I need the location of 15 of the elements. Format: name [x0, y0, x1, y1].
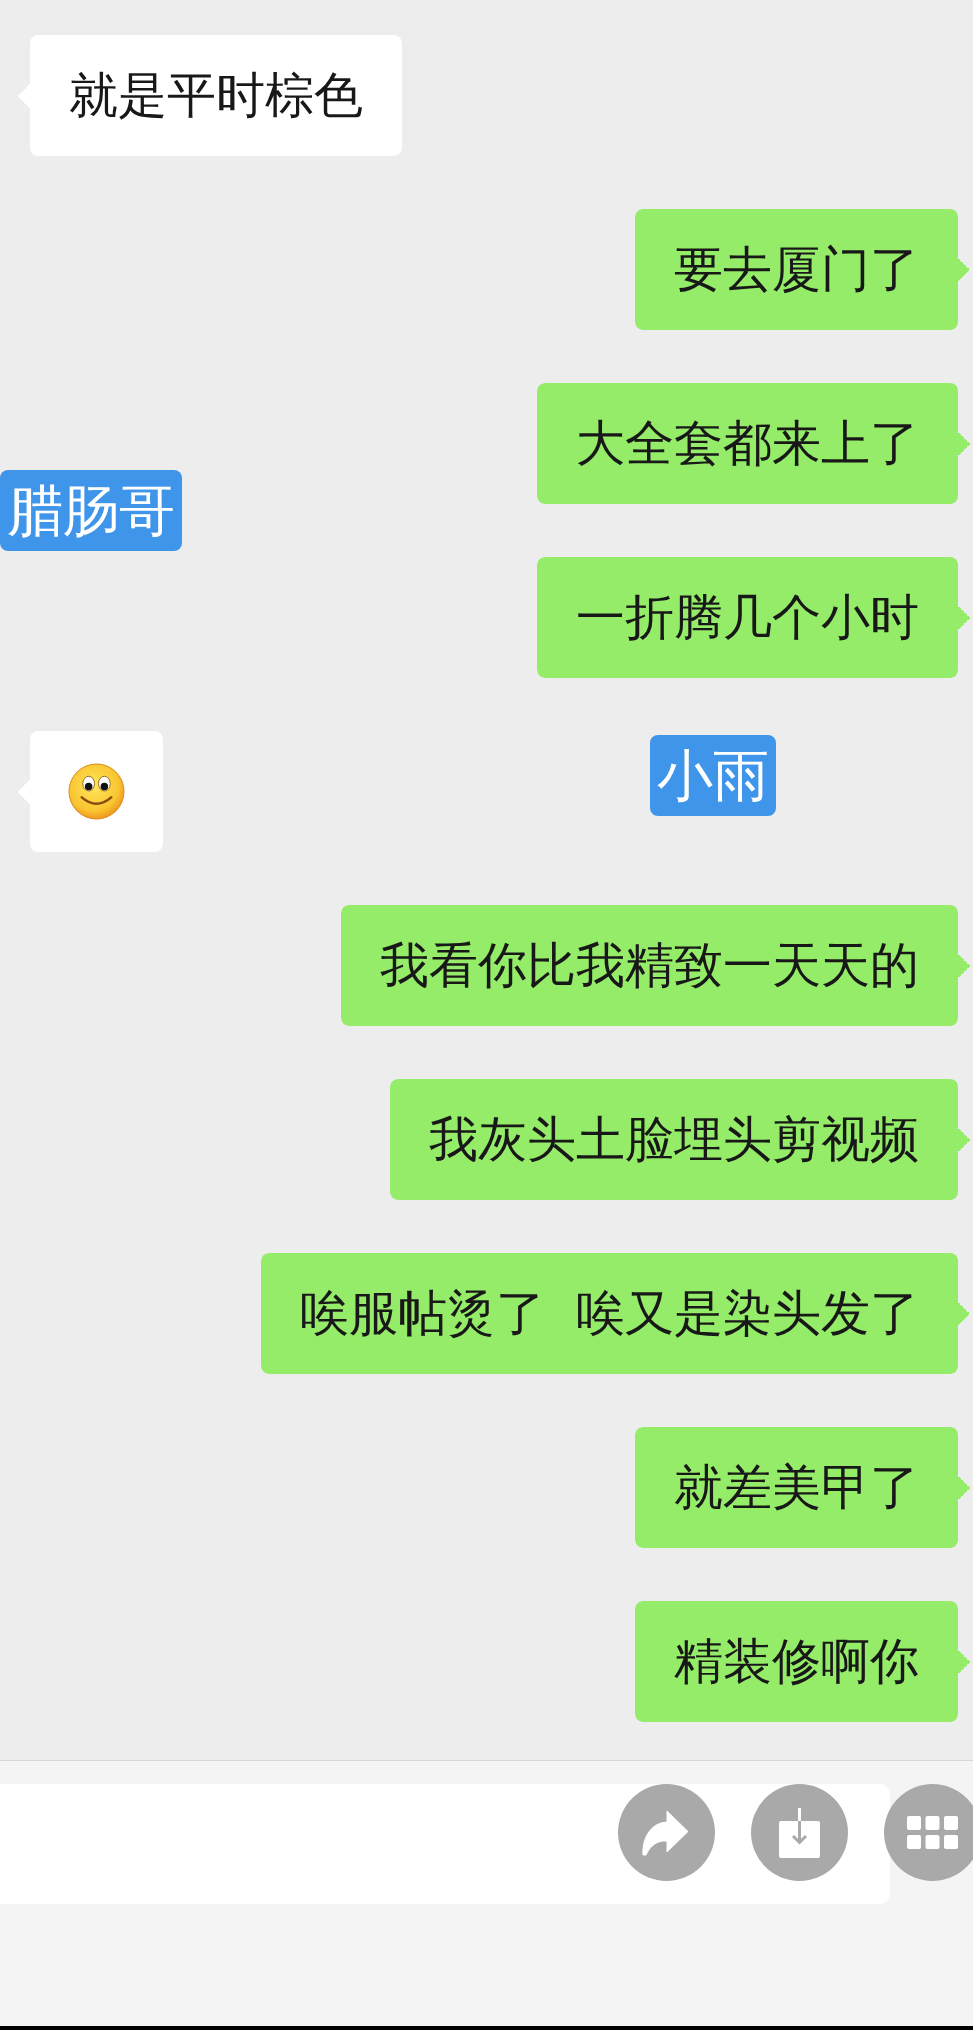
- message-bubble: 就是平时棕色: [18, 35, 402, 156]
- curved-arrow-icon: [642, 1809, 689, 1856]
- message-bubble: 大全套都来上了: [537, 383, 970, 504]
- message-bubble: 精装修啊你: [635, 1601, 970, 1722]
- name-tag: 小雨: [650, 735, 776, 816]
- smiley-icon: [68, 763, 125, 820]
- message-bubble: 要去厦门了: [635, 209, 970, 330]
- name-tag: 腊肠哥: [0, 470, 182, 551]
- message-bubble: 唉服帖烫了 唉又是染头发了: [260, 1253, 970, 1374]
- grid-icon: [907, 1816, 958, 1849]
- message-bubble: 一折腾几个小时: [537, 557, 970, 678]
- message-bubble: 我灰头土脸埋头剪视频: [390, 1079, 970, 1200]
- message-bubble: 我看你比我精致一天天的: [341, 905, 970, 1026]
- download-icon: [779, 1807, 820, 1858]
- message-bubble: 就差美甲了: [635, 1427, 970, 1548]
